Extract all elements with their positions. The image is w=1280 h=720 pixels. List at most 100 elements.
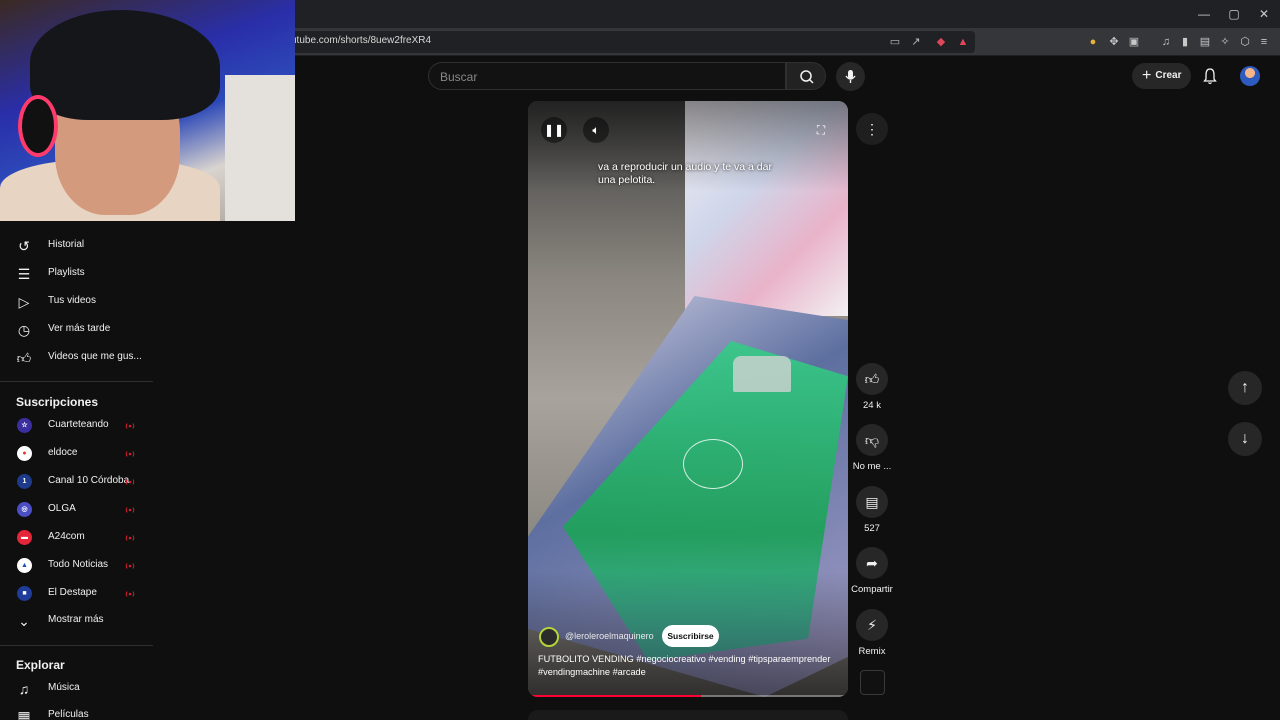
voice-search-button[interactable] xyxy=(836,62,865,91)
webcam-person-cap xyxy=(30,10,220,120)
subscribe-button[interactable]: Suscribirse xyxy=(662,625,719,647)
sidebar-item-liked-videos[interactable]: 👍︎ Videos que me gus... xyxy=(0,344,160,372)
share-page-icon[interactable]: ↗ xyxy=(910,36,922,48)
vpn-shield-icon[interactable]: ⬡ xyxy=(1239,36,1251,48)
more-options-button[interactable]: ⋮ xyxy=(856,113,888,145)
restore-button[interactable]: ▢ xyxy=(1226,6,1242,22)
sidebar-item-label: Música xyxy=(48,682,80,693)
notifications-bell-icon[interactable] xyxy=(1202,67,1218,85)
channel-name-link[interactable]: @leroleroelmaquinero xyxy=(565,631,654,641)
microphone-icon xyxy=(845,70,856,83)
screenshot-extension-icon[interactable]: ▣ xyxy=(1128,36,1140,48)
live-indicator-icon xyxy=(125,535,135,541)
sidebar-item-your-videos[interactable]: ▷ Tus videos xyxy=(0,288,160,316)
video-description[interactable]: FUTBOLITO VENDING #negociocreativo #vend… xyxy=(538,653,838,679)
sidebar-subscription-canal-10[interactable]: 1 Canal 10 Córdoba xyxy=(0,468,160,496)
sidebar-show-more[interactable]: ⌄ Mostrar más xyxy=(0,607,160,635)
webcam-shelf xyxy=(225,75,295,221)
channel-avatar: ■ xyxy=(17,586,32,601)
thumbs-up-icon: 👍︎ xyxy=(864,371,880,387)
rewards-icon[interactable]: ▲ xyxy=(957,36,969,48)
plus-icon: + xyxy=(1142,67,1152,84)
sidebar-item-label: El Destape xyxy=(48,587,97,598)
short-video-player[interactable]: ❚❚ 🔈︎ ⛶ va a reproducir un audio y te va… xyxy=(528,101,848,697)
sidebar-item-music[interactable]: ♫ Música xyxy=(0,675,160,703)
sidebar-subscription-olga[interactable]: ◎ OLGA xyxy=(0,496,160,524)
webcam-overlay xyxy=(0,0,295,221)
sidebar-item-playlists[interactable]: ☰ Playlists xyxy=(0,260,160,288)
channel-avatar: ▲ xyxy=(17,558,32,573)
search-button[interactable] xyxy=(786,62,826,90)
brave-shield-icon[interactable]: ◆ xyxy=(935,36,947,48)
channel-avatar: ◎ xyxy=(17,502,32,517)
sidebar-item-label: Mostrar más xyxy=(48,614,104,625)
sidebar-item-watch-later[interactable]: ◷ Ver más tarde xyxy=(0,316,160,344)
like-button[interactable]: 👍︎ xyxy=(856,363,888,395)
account-avatar[interactable] xyxy=(1240,66,1260,86)
video-frame-goal xyxy=(733,356,791,392)
live-indicator-icon xyxy=(125,591,135,597)
wallet-icon[interactable]: ▤ xyxy=(1199,36,1211,48)
comment-icon: ▤ xyxy=(865,494,879,510)
video-progress-bar[interactable] xyxy=(528,695,848,697)
create-label: Crear xyxy=(1155,70,1182,81)
sidebar-subscription-cuarteteando[interactable]: ☆ Cuarteteando xyxy=(0,412,160,440)
next-short-button[interactable]: ↓ xyxy=(1228,422,1262,456)
previous-short-button[interactable]: ↑ xyxy=(1228,371,1262,405)
comments-button[interactable]: ▤ xyxy=(856,486,888,518)
sidebar-subscription-a24com[interactable]: ▬ A24com xyxy=(0,524,160,552)
explore-heading: Explorar xyxy=(16,658,65,672)
sidebar-item-label: A24com xyxy=(48,531,85,542)
sidebar-item-label: Canal 10 Córdoba xyxy=(48,475,130,486)
live-indicator-icon xyxy=(125,563,135,569)
chevron-down-icon: ⌄ xyxy=(18,613,30,629)
media-controls-icon[interactable]: ♫ xyxy=(1160,36,1172,48)
ai-assistant-icon[interactable]: ✧ xyxy=(1219,36,1231,48)
sidebar-subscription-eldoce[interactable]: ● eldoce xyxy=(0,440,160,468)
cast-icon[interactable]: ▭ xyxy=(889,36,901,48)
sidebar-item-history[interactable]: ↺ Historial xyxy=(0,232,160,260)
close-window-button[interactable]: ✕ xyxy=(1256,6,1272,22)
fullscreen-button[interactable]: ⛶ xyxy=(808,117,834,143)
dislike-label: No me ... xyxy=(852,461,892,472)
sound-source-thumbnail[interactable] xyxy=(860,670,885,695)
channel-avatar: ● xyxy=(17,446,32,461)
live-indicator-icon xyxy=(125,423,135,429)
pause-icon: ❚❚ xyxy=(543,123,565,137)
dislike-button[interactable]: 👎︎ xyxy=(856,424,888,456)
video-caption: va a reproducir un audio y te va a dar u… xyxy=(598,161,772,186)
playlists-icon: ☰ xyxy=(17,266,31,282)
create-button[interactable]: + Crear xyxy=(1132,63,1191,89)
url-field[interactable]: utube.com/shorts/8uew2freXR4 ▭ ↗ ◆ ▲ xyxy=(285,31,975,53)
sidebar-toggle-icon[interactable]: ▮ xyxy=(1179,36,1191,48)
puzzle-extension-icon[interactable]: ✥ xyxy=(1108,36,1120,48)
sidebar-item-label: Cuarteteando xyxy=(48,419,109,430)
arrow-down-icon: ↓ xyxy=(1241,430,1249,447)
channel-avatar[interactable] xyxy=(539,627,559,647)
share-button[interactable]: ➦ xyxy=(856,547,888,579)
volume-icon: 🔈︎ xyxy=(592,123,600,137)
more-vertical-icon: ⋮ xyxy=(865,121,879,137)
extension-color-icon[interactable]: ● xyxy=(1087,36,1099,48)
live-indicator-icon xyxy=(125,479,135,485)
sidebar-item-movies[interactable]: ▦ Películas xyxy=(0,702,160,720)
pause-button[interactable]: ❚❚ xyxy=(541,117,567,143)
search-input[interactable]: Buscar xyxy=(428,62,786,90)
sidebar-divider xyxy=(0,381,153,382)
browser-menu-icon[interactable]: ≡ xyxy=(1258,36,1270,48)
video-progress-fill xyxy=(528,695,701,697)
remix-button[interactable]: ⚡︎ xyxy=(856,609,888,641)
volume-button[interactable]: 🔈︎ xyxy=(583,117,609,143)
like-count: 24 k xyxy=(863,400,881,411)
sidebar-item-label: OLGA xyxy=(48,503,76,514)
minimize-button[interactable]: — xyxy=(1196,6,1212,22)
remix-icon: ⚡︎ xyxy=(867,617,877,633)
sidebar-item-label: Ver más tarde xyxy=(48,323,111,334)
comment-count: 527 xyxy=(864,523,880,534)
sidebar-subscription-todo-noticias[interactable]: ▲ Todo Noticias xyxy=(0,552,160,580)
sidebar-subscription-el-destape[interactable]: ■ El Destape xyxy=(0,580,160,608)
live-indicator-icon xyxy=(125,451,135,457)
sidebar-item-label: Playlists xyxy=(48,267,85,278)
remix-label: Remix xyxy=(858,646,886,657)
music-icon: ♫ xyxy=(18,681,30,697)
